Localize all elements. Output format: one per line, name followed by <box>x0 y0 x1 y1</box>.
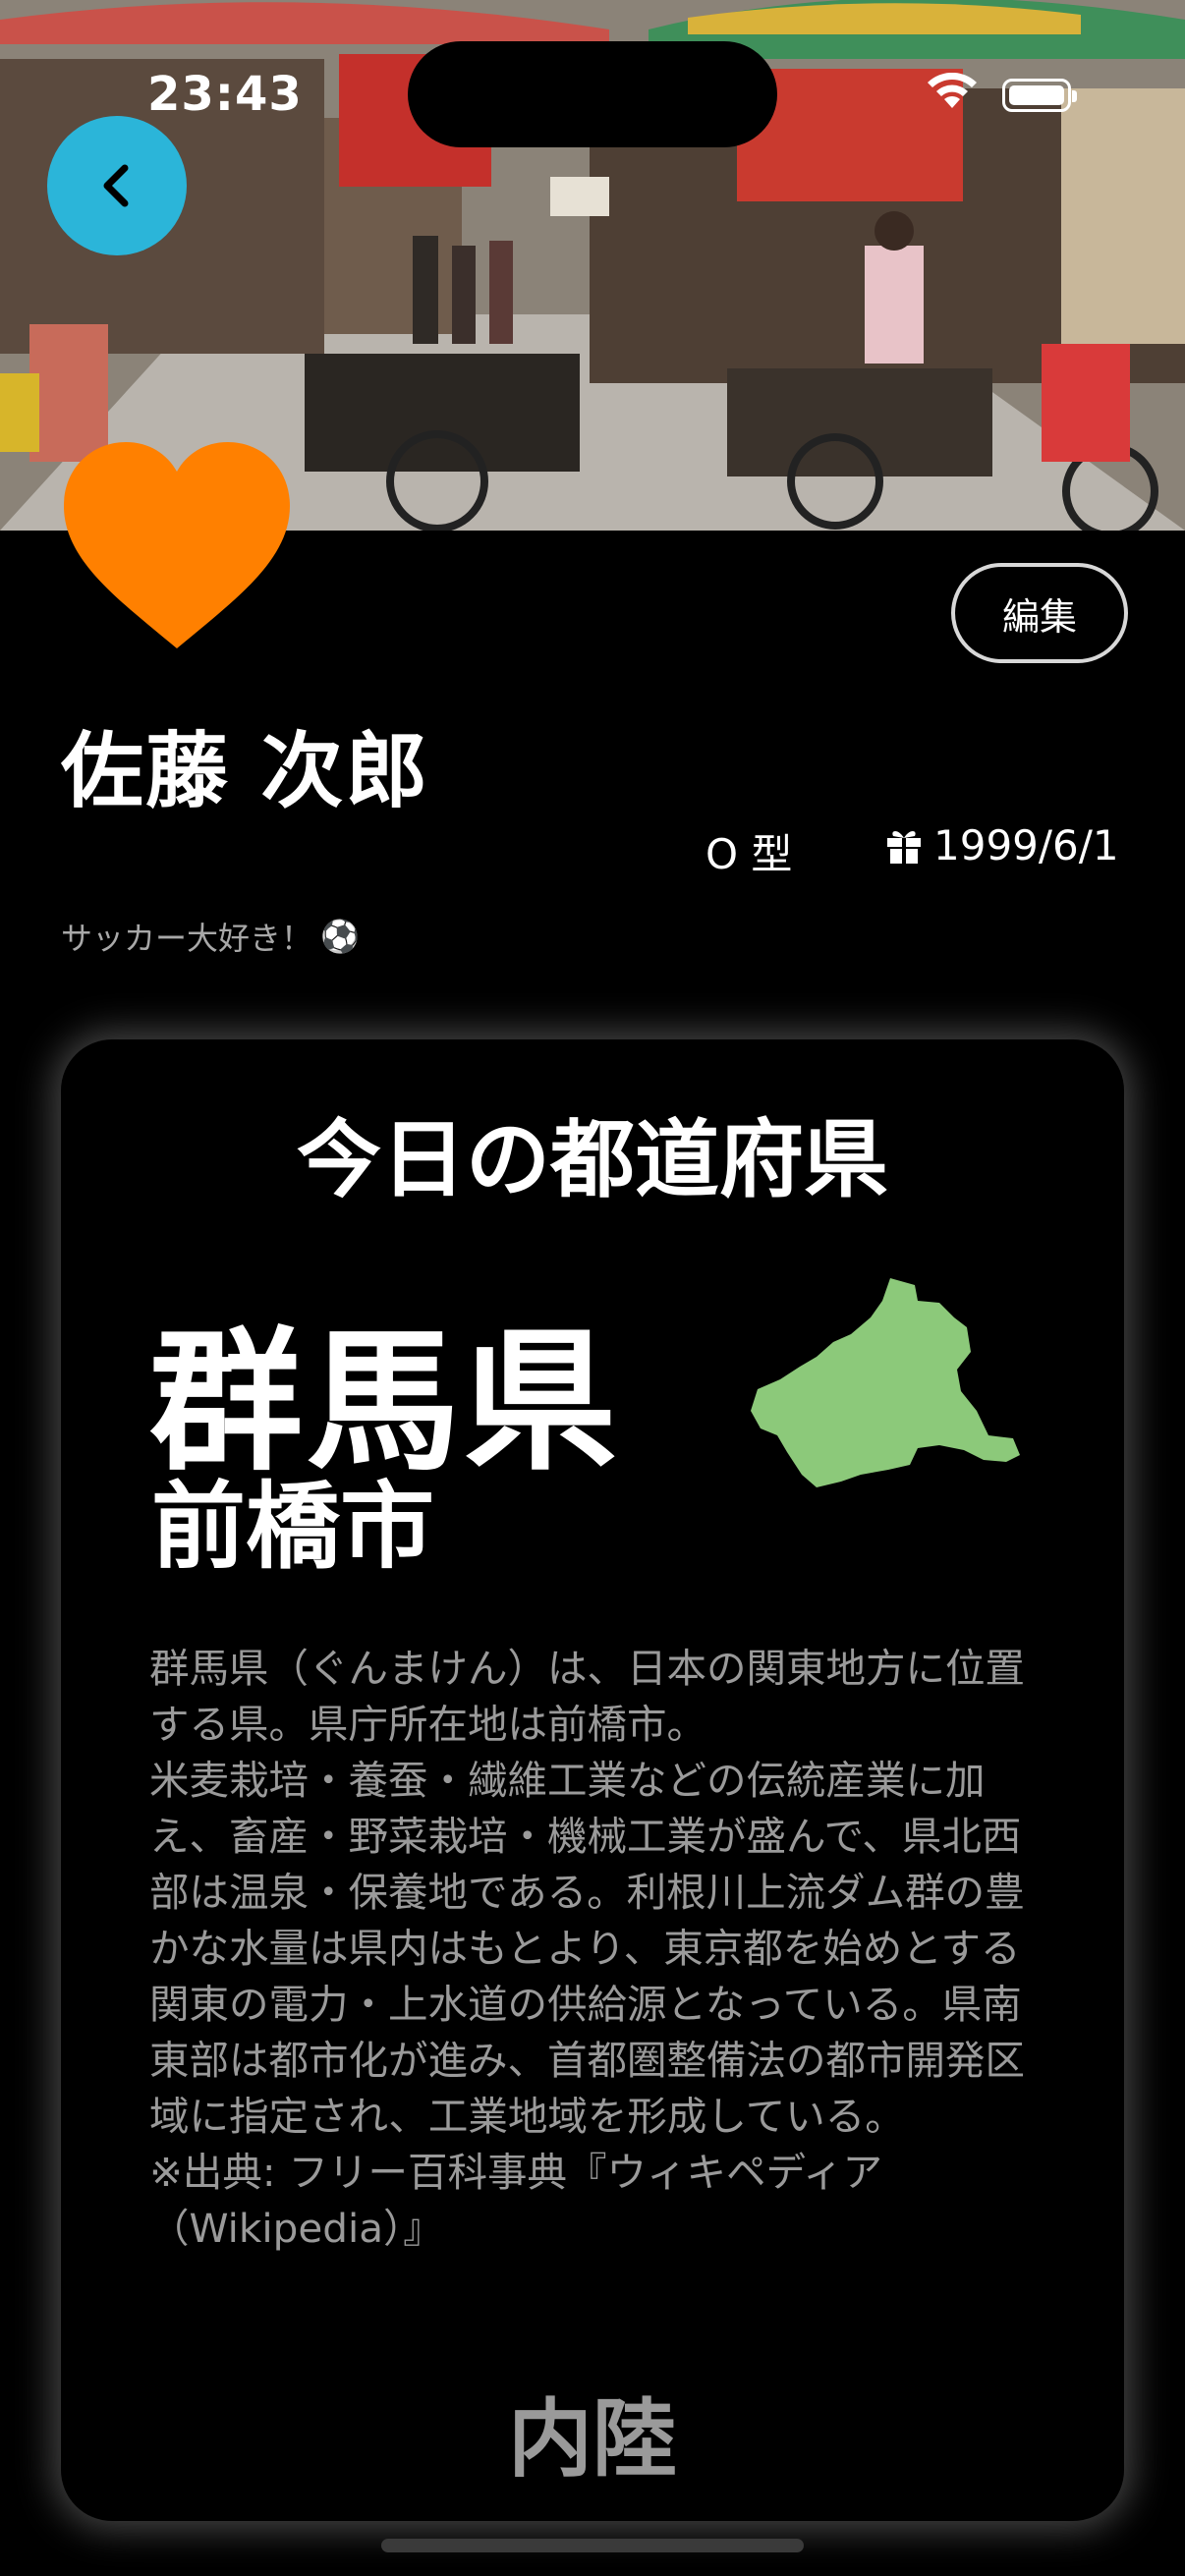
prefecture-description: 群馬県（ぐんまけん）は、日本の関東地方に位置する県。県庁所在地は前橋市。 米麦栽… <box>149 1645 1025 2252</box>
capital-city: 前橋市 <box>151 1472 434 1582</box>
blood-type: O 型 <box>705 830 793 878</box>
card-title: 今日の都道府県 <box>297 1111 888 1209</box>
prefecture-map-icon <box>751 1278 1020 1487</box>
bio-text: サッカー大好き！ <box>61 920 313 957</box>
birthday-text: 1999/6/1 <box>933 821 1119 869</box>
profile-name: 佐藤 次郎 <box>61 723 430 819</box>
battery-icon <box>1002 79 1077 112</box>
edit-button[interactable]: 編集 <box>951 563 1128 663</box>
heart-icon <box>64 442 290 648</box>
status-bar: 23:43 <box>0 0 1185 147</box>
home-indicator <box>381 2539 804 2552</box>
soccer-ball-icon: ⚽ <box>320 918 360 955</box>
dynamic-island <box>408 41 777 147</box>
chevron-left-icon <box>103 164 129 207</box>
gift-icon <box>887 830 921 864</box>
birthday: 1999/6/1 <box>884 821 1119 869</box>
profile-bio: サッカー大好き！ ⚽ <box>61 914 360 959</box>
back-button[interactable] <box>47 116 187 255</box>
status-time: 23:43 <box>147 67 303 122</box>
wifi-icon <box>928 73 977 108</box>
region-label: 内陸 <box>508 2390 677 2489</box>
